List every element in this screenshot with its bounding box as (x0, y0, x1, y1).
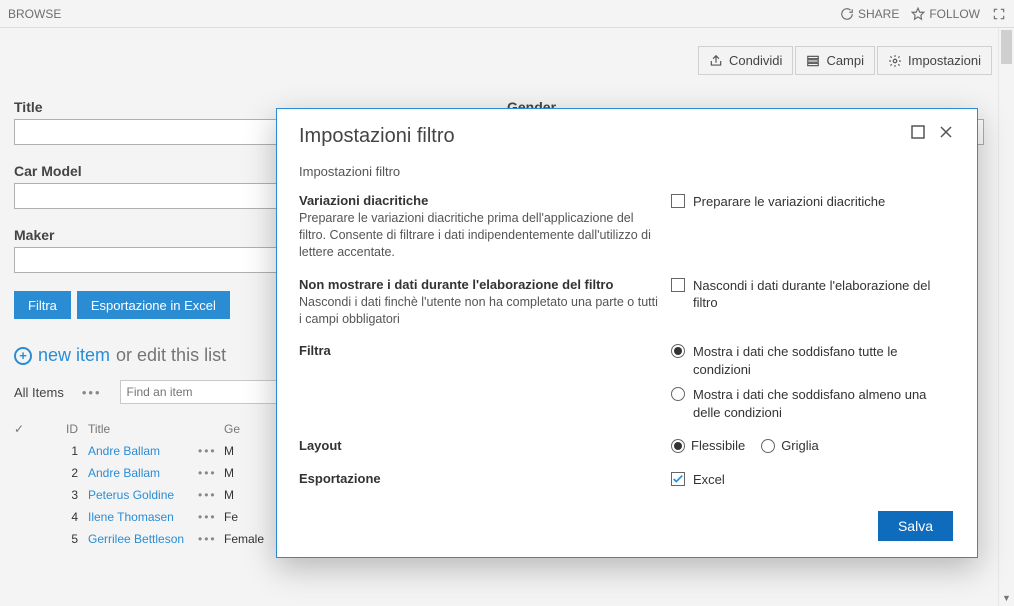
new-item-link[interactable]: new item (38, 345, 110, 366)
setting-hide-title: Non mostrare i dati durante l'elaborazio… (299, 277, 659, 292)
col-gender[interactable]: Ge (224, 422, 284, 436)
fields-button-label: Campi (826, 53, 864, 68)
view-all-items[interactable]: All Items (14, 385, 64, 400)
cell-gender: Fe (224, 510, 284, 524)
cell-name[interactable]: Andre Ballam (88, 466, 198, 480)
cell-gender: M (224, 488, 284, 502)
export-excel-button[interactable]: Esportazione in Excel (77, 291, 230, 319)
ribbon-bar: BROWSE SHARE FOLLOW (0, 0, 1014, 28)
view-more-icon[interactable]: ••• (82, 385, 102, 400)
cell-id: 4 (46, 510, 88, 524)
cell-gender: M (224, 444, 284, 458)
cell-id: 3 (46, 488, 88, 502)
checkbox-export-excel[interactable] (671, 472, 685, 486)
col-id[interactable]: ID (46, 422, 88, 436)
star-icon (911, 7, 925, 21)
setting-diacritics-desc: Preparare le variazioni diacritiche prim… (299, 210, 659, 261)
radio-layout-flex[interactable] (671, 439, 685, 453)
cell-name[interactable]: Ilene Thomasen (88, 510, 198, 524)
fields-button[interactable]: Campi (795, 46, 875, 75)
checkbox-hide[interactable] (671, 278, 685, 292)
fullscreen-icon (992, 7, 1006, 21)
cell-gender: M (224, 466, 284, 480)
cell-name[interactable]: Andre Ballam (88, 444, 198, 458)
ribbon-follow-label: FOLLOW (929, 7, 980, 21)
row-menu-icon[interactable]: ••• (198, 488, 224, 502)
check-icon (672, 473, 684, 485)
dialog-subtitle: Impostazioni filtro (299, 164, 953, 179)
settings-button[interactable]: Impostazioni (877, 46, 992, 75)
select-all-icon[interactable]: ✓ (14, 422, 46, 436)
scroll-arrow-down-icon[interactable]: ▼ (999, 590, 1014, 606)
share-button-label: Condividi (729, 53, 782, 68)
radio-layout-grid[interactable] (761, 439, 775, 453)
fields-icon (806, 54, 820, 68)
gear-icon (888, 54, 902, 68)
row-menu-icon[interactable]: ••• (198, 444, 224, 458)
checkbox-export-excel-label: Excel (693, 471, 953, 489)
close-button[interactable] (939, 125, 953, 142)
save-button[interactable]: Salva (878, 511, 953, 541)
settings-button-label: Impostazioni (908, 53, 981, 68)
setting-hide-desc: Nascondi i dati finchè l'utente non ha c… (299, 294, 659, 328)
setting-diacritics-title: Variazioni diacritiche (299, 193, 659, 208)
share-icon (709, 54, 723, 68)
find-item-input[interactable] (120, 380, 290, 404)
radio-layout-flex-label: Flessibile (691, 438, 745, 453)
cell-id: 5 (46, 532, 88, 546)
radio-filter-all[interactable] (671, 344, 685, 358)
ribbon-fullpage[interactable] (992, 7, 1006, 21)
row-menu-icon[interactable]: ••• (198, 466, 224, 480)
row-menu-icon[interactable]: ••• (198, 510, 224, 524)
cell-id: 2 (46, 466, 88, 480)
close-icon (939, 125, 953, 139)
ribbon-share[interactable]: SHARE (840, 7, 899, 21)
maximize-icon (911, 125, 925, 139)
row-menu-icon[interactable]: ••• (198, 532, 224, 546)
cell-id: 1 (46, 444, 88, 458)
cell-name[interactable]: Peterus Goldine (88, 488, 198, 502)
setting-layout-title: Layout (299, 438, 659, 453)
checkbox-diacritics-label: Preparare le variazioni diacritiche (693, 193, 953, 211)
share-button[interactable]: Condividi (698, 46, 793, 75)
new-item-rest: or edit this list (116, 345, 226, 366)
ribbon-share-label: SHARE (858, 7, 899, 21)
filter-settings-dialog: Impostazioni filtro Impostazioni filtro … (276, 108, 978, 558)
refresh-icon (840, 7, 854, 21)
setting-export-title: Esportazione (299, 471, 659, 486)
cell-gender: Female (224, 532, 284, 546)
page-actions-row: Condividi Campi Impostazioni (14, 46, 1000, 75)
maximize-button[interactable] (911, 125, 925, 142)
setting-filter-title: Filtra (299, 343, 659, 358)
dialog-title: Impostazioni filtro (299, 125, 455, 148)
checkbox-diacritics[interactable] (671, 194, 685, 208)
plus-circle-icon[interactable]: + (14, 347, 32, 365)
checkbox-hide-label: Nascondi i dati durante l'elaborazione d… (693, 277, 953, 312)
ribbon-browse-tab[interactable]: BROWSE (8, 7, 61, 21)
radio-filter-any-label: Mostra i dati che soddisfano almeno una … (693, 386, 953, 421)
cell-name[interactable]: Gerrilee Bettleson (88, 532, 198, 546)
radio-filter-all-label: Mostra i dati che soddisfano tutte le co… (693, 343, 953, 378)
col-title[interactable]: Title (88, 422, 198, 436)
ribbon-follow[interactable]: FOLLOW (911, 7, 980, 21)
radio-filter-any[interactable] (671, 387, 685, 401)
radio-layout-grid-label: Griglia (781, 438, 819, 453)
filter-button[interactable]: Filtra (14, 291, 71, 319)
